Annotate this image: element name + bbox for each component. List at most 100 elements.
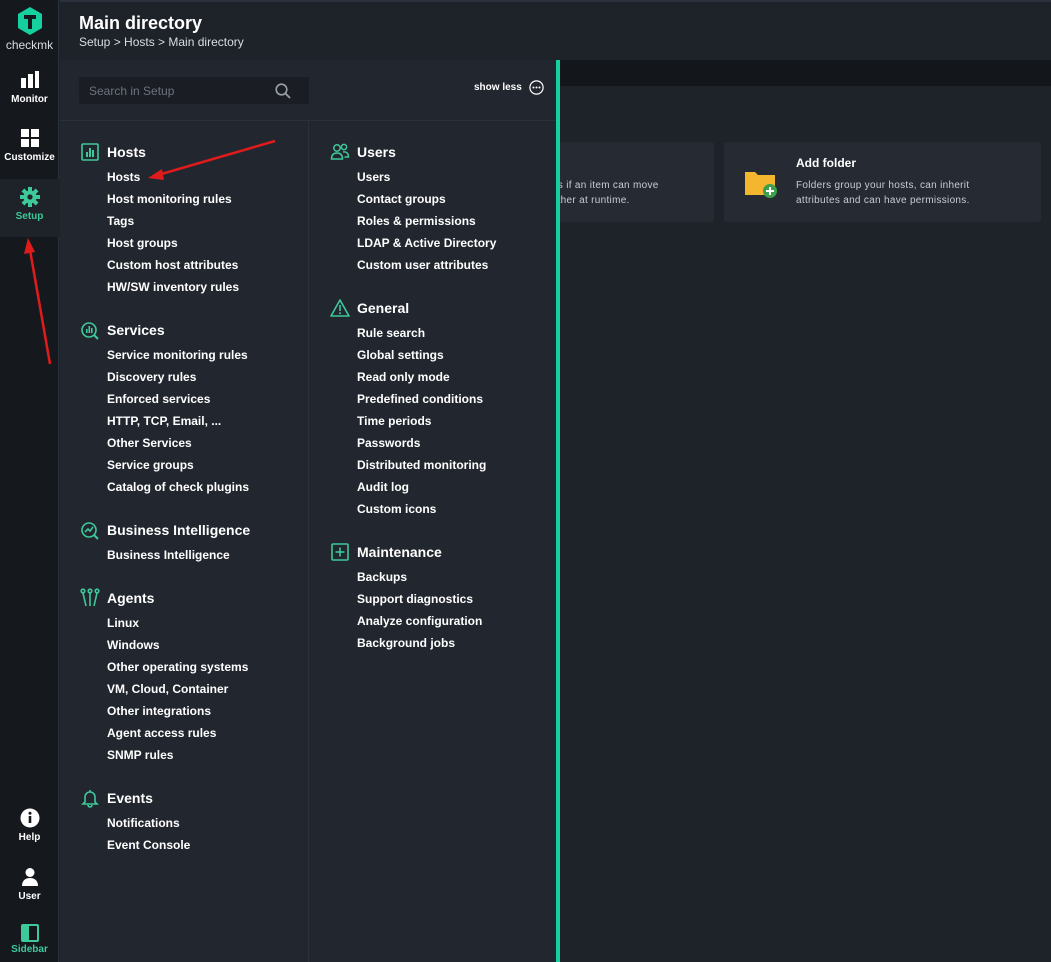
info-icon — [20, 808, 39, 828]
menu-item-enforced-services[interactable]: Enforced services — [107, 392, 249, 414]
topic-services-items: Service monitoring rules Discovery rules… — [107, 348, 249, 502]
bar-chart-icon — [20, 71, 39, 88]
page-header: Main directory Setup > Hosts > Main dire… — [60, 0, 1051, 60]
gear-icon — [19, 187, 40, 207]
menu-item-discovery-rules[interactable]: Discovery rules — [107, 370, 249, 392]
plus-box-icon — [331, 543, 349, 561]
menu-item-notifications[interactable]: Notifications — [107, 816, 190, 838]
add-folder-desc-line1: Folders group your hosts, can inherit — [796, 180, 970, 191]
nav-help-label: Help — [18, 832, 41, 843]
topic-general-items: Rule search Global settings Read only mo… — [357, 326, 486, 524]
menu-item-other-integrations[interactable]: Other integrations — [107, 704, 248, 726]
user-icon — [21, 868, 38, 886]
menu-item-other-operating-systems[interactable]: Other operating systems — [107, 660, 248, 682]
grid-icon — [20, 129, 39, 147]
menu-item-hw-sw-inventory-rules[interactable]: HW/SW inventory rules — [107, 280, 239, 302]
add-folder-icon — [745, 172, 777, 198]
menu-item-catalog-of-check-plugins[interactable]: Catalog of check plugins — [107, 480, 249, 502]
setup-search — [79, 77, 309, 104]
menu-item-custom-host-attributes[interactable]: Custom host attributes — [107, 258, 239, 280]
menu-divider-vertical — [308, 120, 309, 962]
topic-bi-title: Business Intelligence — [107, 522, 251, 538]
checkmk-logo-icon — [17, 7, 42, 35]
menu-item-audit-log[interactable]: Audit log — [357, 480, 486, 502]
nav-help[interactable]: Help — [0, 800, 59, 858]
menu-item-analyze-configuration[interactable]: Analyze configuration — [357, 614, 482, 636]
topic-hosts-title: Hosts — [107, 144, 146, 160]
menu-item-time-periods[interactable]: Time periods — [357, 414, 486, 436]
topic-agents-title: Agents — [107, 590, 155, 606]
menu-item-service-monitoring-rules[interactable]: Service monitoring rules — [107, 348, 249, 370]
hosts-icon — [81, 143, 99, 161]
menu-item-tags[interactable]: Tags — [107, 214, 239, 236]
menu-item-global-settings[interactable]: Global settings — [357, 348, 486, 370]
topic-events-title: Events — [107, 790, 153, 806]
menu-item-ldap-active-directory[interactable]: LDAP & Active Directory — [357, 236, 496, 258]
topic-maintenance-items: Backups Support diagnostics Analyze conf… — [357, 570, 482, 658]
checkmk-logo[interactable]: checkmk — [0, 6, 59, 52]
menu-item-users[interactable]: Users — [357, 170, 496, 192]
menu-item-passwords[interactable]: Passwords — [357, 436, 486, 458]
menu-item-event-console[interactable]: Event Console — [107, 838, 190, 860]
menu-item-windows[interactable]: Windows — [107, 638, 248, 660]
more-dots-icon[interactable] — [529, 80, 544, 95]
menu-item-rule-search[interactable]: Rule search — [357, 326, 486, 348]
nav-setup[interactable]: Setup — [0, 179, 59, 237]
menu-item-host-groups[interactable]: Host groups — [107, 236, 239, 258]
add-folder-card[interactable]: Add folder Folders group your hosts, can… — [724, 142, 1041, 222]
nav-monitor-label: Monitor — [11, 94, 48, 105]
topic-bi-items: Business Intelligence — [107, 548, 230, 570]
nav-customize[interactable]: Customize — [0, 120, 59, 178]
topic-hosts-items: Hosts Host monitoring rules Tags Host gr… — [107, 170, 239, 302]
business-intelligence-icon — [81, 522, 99, 540]
logo-text: checkmk — [5, 38, 54, 52]
search-icon[interactable] — [275, 83, 291, 99]
nav-monitor[interactable]: Monitor — [0, 62, 59, 120]
menu-item-hosts[interactable]: Hosts — [107, 170, 239, 192]
menu-item-business-intelligence[interactable]: Business Intelligence — [107, 548, 230, 570]
menu-item-host-monitoring-rules[interactable]: Host monitoring rules — [107, 192, 239, 214]
menu-item-read-only-mode[interactable]: Read only mode — [357, 370, 486, 392]
topic-general-title: General — [357, 300, 410, 316]
setup-mega-menu: show less Hosts Hosts Host monitoring ru… — [60, 60, 560, 962]
warning-icon — [330, 299, 350, 317]
menu-item-distributed-monitoring[interactable]: Distributed monitoring — [357, 458, 486, 480]
nav-setup-label: Setup — [15, 211, 44, 222]
menu-item-custom-icons[interactable]: Custom icons — [357, 502, 486, 524]
sidebar-icon — [20, 924, 39, 942]
menu-item-backups[interactable]: Backups — [357, 570, 482, 592]
menu-item-http-tcp-email[interactable]: HTTP, TCP, Email, ... — [107, 414, 249, 436]
menu-item-linux[interactable]: Linux — [107, 616, 248, 638]
menu-item-predefined-conditions[interactable]: Predefined conditions — [357, 392, 486, 414]
nav-user[interactable]: User — [0, 859, 59, 917]
menu-item-other-services[interactable]: Other Services — [107, 436, 249, 458]
nav-customize-label: Customize — [4, 152, 55, 163]
topic-users-items: Users Contact groups Roles & permissions… — [357, 170, 496, 280]
page-title: Main directory — [79, 13, 203, 33]
menu-item-support-diagnostics[interactable]: Support diagnostics — [357, 592, 482, 614]
topic-services-title: Services — [107, 322, 165, 338]
show-less-link[interactable]: show less — [474, 82, 522, 93]
menu-item-snmp-rules[interactable]: SNMP rules — [107, 748, 248, 770]
breadcrumb[interactable]: Setup > Hosts > Main directory — [79, 35, 244, 49]
menu-item-contact-groups[interactable]: Contact groups — [357, 192, 496, 214]
menu-item-agent-access-rules[interactable]: Agent access rules — [107, 726, 248, 748]
add-folder-title: Add folder — [796, 156, 856, 170]
nav-sidebar-label: Sidebar — [11, 944, 48, 955]
topic-events-items: Notifications Event Console — [107, 816, 190, 860]
menu-item-service-groups[interactable]: Service groups — [107, 458, 249, 480]
menu-item-custom-user-attributes[interactable]: Custom user attributes — [357, 258, 496, 280]
menu-item-roles-permissions[interactable]: Roles & permissions — [357, 214, 496, 236]
menu-item-vm-cloud-container[interactable]: VM, Cloud, Container — [107, 682, 248, 704]
add-folder-description: Folders group your hosts, can inherit at… — [796, 178, 970, 208]
setup-search-input[interactable] — [79, 77, 269, 104]
topic-maintenance-title: Maintenance — [357, 544, 442, 560]
users-icon — [330, 143, 350, 160]
nav-sidebar[interactable]: Sidebar — [0, 916, 59, 962]
add-folder-desc-line2: attributes and can have permissions. — [796, 195, 970, 206]
agents-icon — [80, 588, 100, 607]
menu-item-background-jobs[interactable]: Background jobs — [357, 636, 482, 658]
bell-icon — [81, 790, 99, 808]
main-navigation: checkmk Monitor Customize Setup Help Use… — [0, 0, 59, 962]
topic-users-title: Users — [357, 144, 396, 160]
